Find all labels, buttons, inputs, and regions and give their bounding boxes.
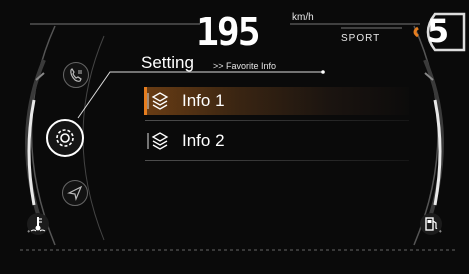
- menu-divider: [145, 160, 409, 161]
- menu-item-info-2[interactable]: Info 2: [144, 127, 409, 155]
- gear-indicator: 5: [426, 12, 450, 50]
- menu-divider: [145, 120, 409, 121]
- gear-icon: [56, 129, 74, 147]
- menu-title: Setting: [141, 53, 194, 72]
- menu-item-label: Info 1: [182, 91, 225, 110]
- speed-unit: km/h: [292, 12, 314, 23]
- menu-item-label: Info 2: [182, 131, 225, 150]
- instrument-cluster: 195 km/h SPORT 5 Setting >> Favorite Inf…: [0, 0, 469, 274]
- fuel-level-indicator: [420, 213, 442, 235]
- navigation-arrow-icon: [67, 185, 83, 202]
- menu-item-info-1[interactable]: Info 1: [144, 87, 409, 115]
- coolant-temperature-indicator: [27, 213, 49, 235]
- speed-readout: 195: [196, 10, 261, 54]
- breadcrumb: >> Favorite Info: [213, 61, 277, 71]
- settings-button[interactable]: [46, 119, 84, 157]
- layers-icon: [144, 87, 174, 115]
- phone-icon: [70, 68, 82, 82]
- navigation-button[interactable]: [62, 180, 88, 206]
- phone-button[interactable]: [63, 62, 89, 88]
- layers-icon: [144, 127, 174, 155]
- fuel-pump-icon: [425, 217, 438, 231]
- drive-mode-label: SPORT: [341, 33, 381, 44]
- coolant-temperature-icon: [30, 217, 46, 232]
